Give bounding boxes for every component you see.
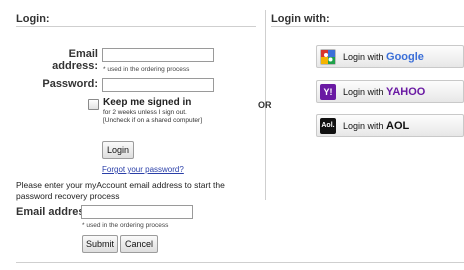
- yahoo-icon: Y!: [320, 84, 336, 100]
- keep-signed-in-label: Keep me signed in: [103, 97, 192, 108]
- login-with-google-button[interactable]: Login with Google: [316, 45, 464, 68]
- aol-button-label: Login with AOL: [343, 120, 410, 132]
- recovery-email-field[interactable]: [81, 205, 193, 219]
- shared-computer-note: [Uncheck if on a shared computer]: [103, 117, 202, 124]
- submit-button[interactable]: Submit: [82, 235, 118, 253]
- password-label: Password:: [42, 78, 98, 90]
- right-header-divider: [271, 26, 464, 27]
- recovery-email-hint: * used in the ordering process: [82, 222, 169, 229]
- email-field[interactable]: [102, 48, 214, 62]
- email-hint: * used in the ordering process: [103, 66, 190, 73]
- cancel-button[interactable]: Cancel: [120, 235, 158, 253]
- keep-signed-in-checkbox[interactable]: [88, 99, 99, 110]
- login-with-aol-button[interactable]: Aol. Login with AOL: [316, 114, 464, 137]
- google-icon: [320, 49, 336, 65]
- keep-signed-in-note: for 2 weeks unless I sign out.: [103, 109, 187, 116]
- login-heading: Login:: [16, 13, 50, 25]
- email-label: Email address:: [52, 48, 98, 72]
- login-with-heading: Login with:: [271, 13, 330, 25]
- or-separator: OR: [258, 100, 272, 110]
- yahoo-button-label: Login with YAHOO: [343, 86, 426, 98]
- bottom-divider: [16, 262, 464, 263]
- google-button-label: Login with Google: [343, 51, 424, 63]
- aol-icon: Aol.: [320, 118, 336, 134]
- recovery-instructions-line1: Please enter your myAccount email addres…: [16, 180, 225, 190]
- login-button[interactable]: Login: [102, 141, 134, 159]
- recovery-instructions-line2: password recovery process: [16, 191, 120, 201]
- password-field[interactable]: [102, 78, 214, 92]
- left-header-divider: [16, 26, 256, 27]
- forgot-password-link[interactable]: Forgot your password?: [102, 165, 184, 174]
- login-with-yahoo-button[interactable]: Y! Login with YAHOO: [316, 80, 464, 103]
